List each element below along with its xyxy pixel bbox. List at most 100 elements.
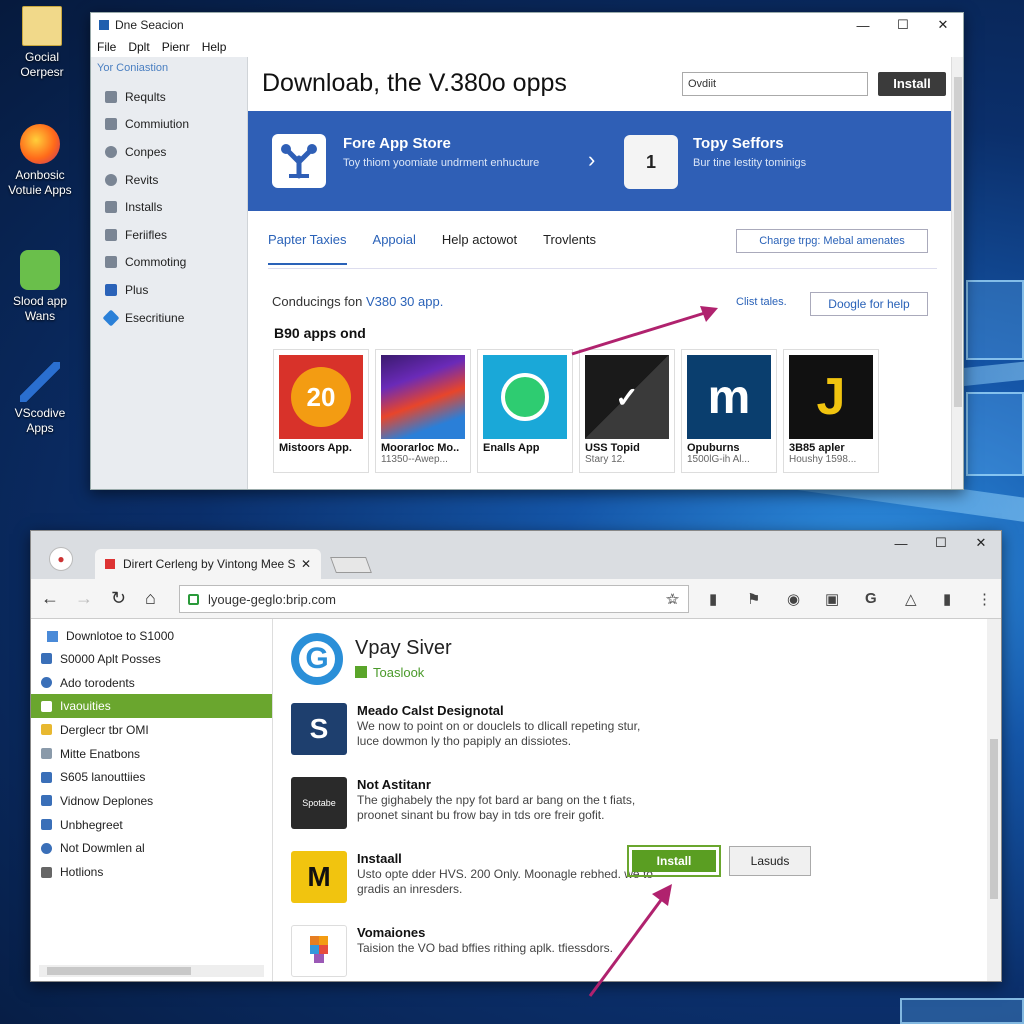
menu-view[interactable]: Pienr (162, 40, 190, 54)
bell-icon[interactable]: △ (905, 590, 917, 608)
tab-help[interactable]: Help actowot (442, 232, 517, 265)
left-panel-item[interactable]: Hotlions (31, 860, 272, 884)
sidebar-item[interactable]: Feriifles (91, 221, 247, 249)
app-card[interactable]: Enalls App (477, 349, 573, 473)
conducting-link[interactable]: V380 30 app. (366, 294, 443, 309)
product-title: Vpay Siver (355, 637, 452, 659)
app-card[interactable]: ✓ USS Topid Stary 12. (579, 349, 675, 473)
minimize-button[interactable]: — (881, 531, 921, 555)
circle-icon (105, 173, 117, 186)
browser-tab[interactable]: Dirert Cerleng by Vintong Mee S ✕ (95, 549, 321, 579)
close-button[interactable]: ✕ (923, 13, 963, 37)
sidebar-item[interactable]: Plus (91, 276, 247, 304)
extension-icon[interactable]: ▮ (709, 590, 717, 608)
document-icon (41, 748, 52, 760)
close-tab-icon[interactable]: ✕ (301, 557, 311, 571)
battery-icon[interactable]: ▮ (943, 590, 951, 608)
search-input[interactable]: Ovdiit (682, 72, 868, 96)
left-panel-item[interactable]: Not Dowmlen al (31, 837, 272, 861)
tab-papter-taxies[interactable]: Papter Taxies (268, 232, 347, 265)
star-icon[interactable]: ☆ (665, 590, 678, 608)
globe-icon (105, 145, 117, 158)
left-panel-item[interactable]: Ado torodents (31, 671, 272, 695)
left-panel-item[interactable]: Derglecr tbr OMI (31, 718, 272, 742)
sidebar-item[interactable]: Commoting (91, 249, 247, 277)
tab-trovlents[interactable]: Trovlents (543, 232, 596, 265)
more-menu-icon[interactable]: ⋮ (977, 590, 992, 608)
sidebar-item[interactable]: Commiution (91, 111, 247, 139)
left-panel-item-label: Hotlions (60, 865, 104, 880)
tab-appoial[interactable]: Appoial (373, 232, 416, 265)
maximize-button[interactable]: ☐ (921, 531, 961, 555)
app-card[interactable]: m Opuburns 1500lG-ih Al... (681, 349, 777, 473)
minimize-button[interactable]: — (843, 13, 883, 37)
left-panel-item[interactable]: Unbhegreet (31, 813, 272, 837)
forward-icon[interactable]: → (75, 588, 93, 609)
vertical-scrollbar[interactable] (987, 619, 1001, 981)
change-type-button[interactable]: Charge trpg: Mebal amenates (736, 229, 928, 253)
left-panel-item-selected[interactable]: Ivaouities (31, 694, 272, 719)
google-icon[interactable]: G (865, 590, 877, 607)
desktop-icon[interactable]: Aonbosic Votuie Apps (0, 124, 80, 198)
menu-help[interactable]: Help (202, 40, 227, 54)
sidebar-item[interactable]: Revits (91, 166, 247, 194)
reload-icon[interactable]: ↻ (111, 588, 126, 609)
left-panel-item[interactable]: Vidnow Deplones (31, 789, 272, 813)
scrollbar-thumb[interactable] (954, 77, 962, 407)
feature-description: Taision the VO bad bffies rithing aplk. … (357, 941, 613, 955)
window-title: Dne Seacion (115, 18, 184, 32)
chevron-right-icon[interactable]: › (588, 147, 595, 173)
menu-file[interactable]: File (97, 40, 116, 54)
gear-icon (102, 309, 120, 327)
address-bar[interactable]: lyouge-geglo:brip.com ☆ (179, 585, 689, 613)
calendar-icon[interactable]: 1 (624, 135, 678, 189)
left-panel-item[interactable]: S605 lanouttiies (31, 765, 272, 789)
scrollbar-thumb[interactable] (990, 739, 998, 899)
feature-description: Usto opte dder HVS. 200 Only. Moonagle r… (357, 867, 653, 896)
clist-link[interactable]: Clist tales. (736, 296, 787, 308)
app-store-window: Dne Seacion — ☐ ✕ File Dplt Pienr Help Y… (90, 12, 964, 490)
maximize-button[interactable]: ☐ (883, 13, 923, 37)
app-card[interactable]: J 3B85 apler Houshy 1598... (783, 349, 879, 473)
app-card[interactable]: 20 Mistoors App. (273, 349, 369, 473)
sidebar-item[interactable]: Esecritiune (91, 304, 247, 332)
sidebar-item[interactable]: Installs (91, 193, 247, 221)
app-sub: 11350--Awep... (381, 454, 448, 465)
main-content: Downloab, the V.380o opps Ovdiit Install… (248, 57, 951, 489)
back-icon[interactable]: ← (41, 588, 59, 609)
new-tab-button[interactable] (330, 557, 372, 573)
home-icon[interactable]: ⌂ (145, 588, 156, 609)
shield-icon[interactable]: ◉ (787, 590, 800, 608)
left-panel-item[interactable]: S0000 Aplt Posses (31, 647, 272, 671)
left-panel-item-label: Ivaouities (60, 699, 111, 714)
desktop-icon[interactable]: Gocial Oerpesr (2, 6, 82, 80)
lasuds-button[interactable]: Lasuds (729, 846, 811, 876)
store-icon[interactable] (272, 134, 326, 188)
left-panel-item-label: Ado torodents (60, 675, 135, 690)
sidebar-item-label: Feriifles (125, 227, 168, 242)
camera-icon[interactable]: ▣ (825, 590, 839, 608)
browser-tab-strip: ● Dirert Cerleng by Vintong Mee S ✕ — ☐ … (31, 531, 1001, 579)
left-panel-header[interactable]: Downlotoe to S1000 (31, 619, 272, 647)
app-card[interactable]: Moorarloc Mo.. 11350--Awep... (375, 349, 471, 473)
horizontal-scrollbar[interactable] (39, 965, 264, 977)
desktop-icon-label: Aonbosic Votuie Apps (8, 168, 72, 197)
scrollbar-thumb[interactable] (47, 967, 191, 975)
browser-menu-icon[interactable]: ● (49, 547, 73, 571)
flag-icon[interactable]: ⚑ (747, 590, 760, 608)
left-panel-item[interactable]: Mitte Enatbons (31, 742, 272, 766)
desktop-icon[interactable]: Slood app Wans (0, 250, 80, 324)
vertical-scrollbar[interactable] (951, 57, 963, 489)
sidebar-item[interactable]: Conpes (91, 138, 247, 166)
app-name: Mistoors App. (279, 442, 352, 454)
desktop-icon[interactable]: VScodive Apps (0, 362, 80, 436)
download-icon (47, 630, 58, 642)
menu-edit[interactable]: Dplt (128, 40, 149, 54)
close-button[interactable]: ✕ (961, 531, 1001, 555)
install-button[interactable]: Install (627, 845, 721, 877)
install-button[interactable]: Install (878, 72, 946, 96)
s-app-icon: S (291, 703, 347, 755)
folder-icon (105, 283, 117, 296)
sidebar-item[interactable]: Reqults (91, 83, 247, 111)
google-help-button[interactable]: Doogle for help (810, 292, 928, 316)
